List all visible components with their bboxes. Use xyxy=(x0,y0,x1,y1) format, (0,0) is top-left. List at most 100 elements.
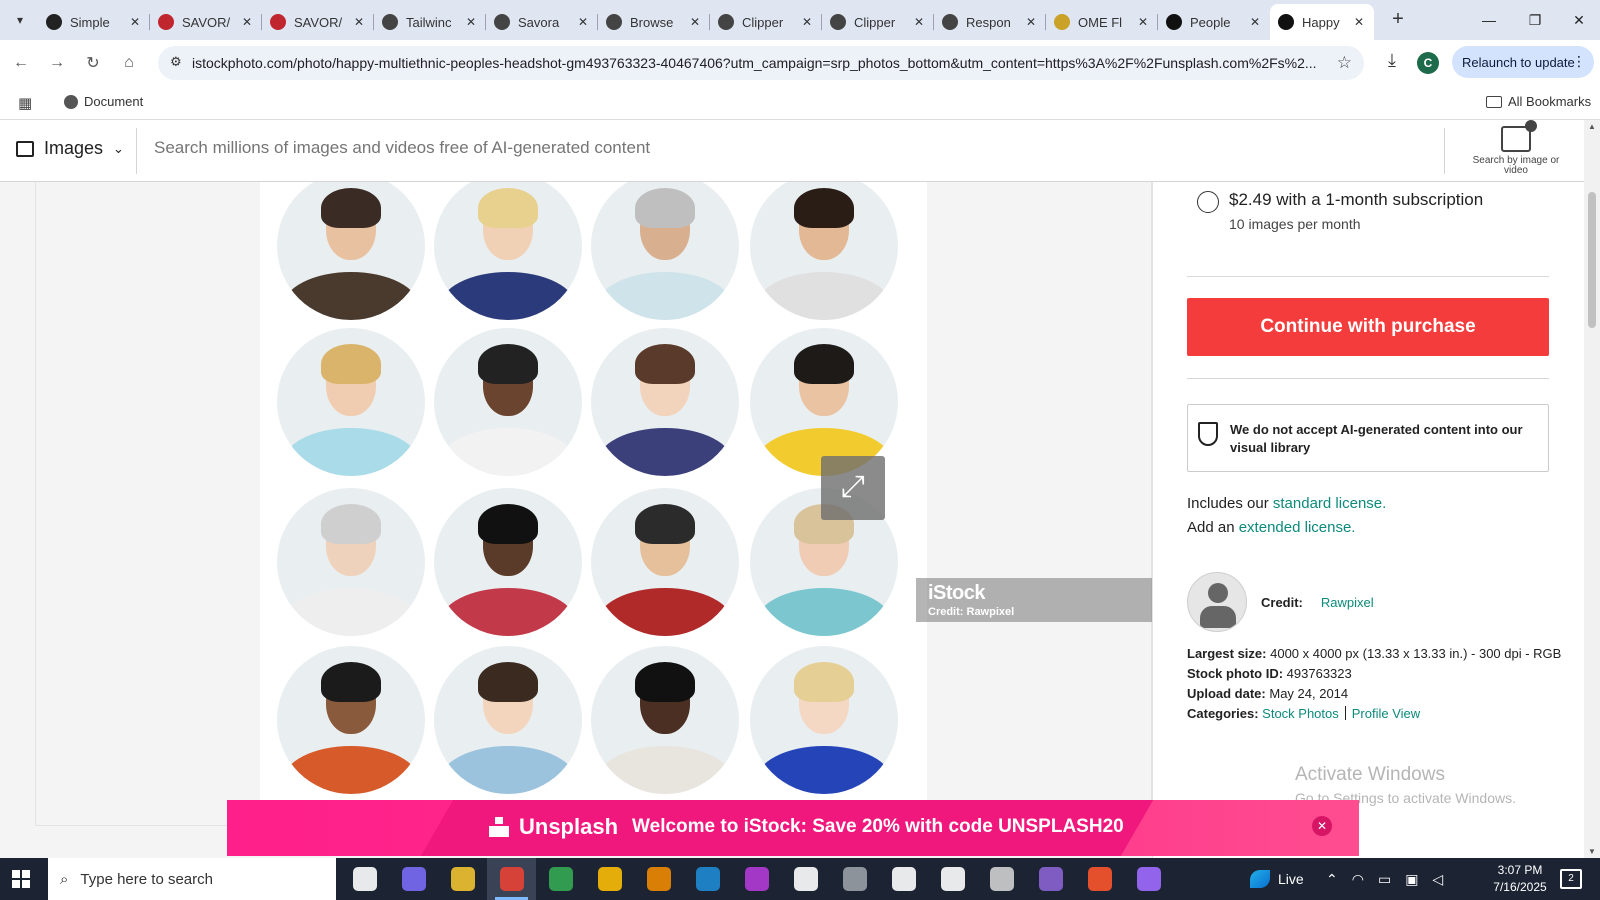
chrome-icon[interactable] xyxy=(487,858,536,900)
page-scrollbar[interactable]: ▲ ▼ xyxy=(1584,120,1600,858)
url-text[interactable]: istockphoto.com/photo/happy-multiethnic-… xyxy=(192,55,1332,71)
vlc-icon[interactable] xyxy=(634,858,683,900)
license-prefix: Add an xyxy=(1187,519,1239,536)
taskbar-clock[interactable]: 3:07 PM 7/16/2025 xyxy=(1470,862,1570,896)
promo-banner[interactable]: Unsplash Welcome to iStock: Save 20% wit… xyxy=(227,800,1359,856)
tab-title: Tailwinc xyxy=(406,14,452,30)
chrome-icon[interactable] xyxy=(585,858,634,900)
browser-tab[interactable]: Simple ✕ xyxy=(38,4,150,40)
github-icon[interactable] xyxy=(1026,858,1075,900)
credit-name-link[interactable]: Rawpixel xyxy=(1321,595,1374,610)
contributor-avatar[interactable] xyxy=(1187,572,1247,632)
site-info-icon[interactable]: ⚙ xyxy=(170,54,188,72)
browser-tab[interactable]: Tailwinc ✕ xyxy=(374,4,486,40)
restore-icon[interactable]: ❐ xyxy=(1512,0,1558,40)
notification-icon[interactable]: 2 xyxy=(1560,869,1582,889)
vscode-icon[interactable] xyxy=(683,858,732,900)
profile-avatar[interactable]: C xyxy=(1417,52,1439,74)
globe-favicon-icon xyxy=(830,14,846,30)
more-menu-icon[interactable]: ⋮ xyxy=(1572,53,1586,70)
banner-close-icon[interactable]: ✕ xyxy=(1312,816,1332,836)
tradingview-icon[interactable] xyxy=(781,858,830,900)
all-bookmarks-button[interactable]: All Bookmarks xyxy=(1486,94,1591,109)
tab-close-icon[interactable]: ✕ xyxy=(352,15,366,29)
browser-tab[interactable]: Respon ✕ xyxy=(934,4,1046,40)
standard-license-link[interactable]: standard license. xyxy=(1273,495,1386,512)
volume-icon[interactable]: ◁ xyxy=(1432,871,1443,888)
app-icon[interactable] xyxy=(830,858,879,900)
tab-close-icon[interactable]: ✕ xyxy=(688,15,702,29)
reload-icon[interactable]: ↻ xyxy=(80,50,106,76)
bookmark-star-icon[interactable]: ☆ xyxy=(1337,53,1352,73)
media-player-icon[interactable] xyxy=(1124,858,1173,900)
grid-app-icon[interactable] xyxy=(928,858,977,900)
home-icon[interactable]: ⌂ xyxy=(116,50,142,76)
new-tab-button[interactable]: + xyxy=(1386,8,1410,32)
media-type-dropdown[interactable]: Images ⌄ xyxy=(16,138,124,159)
tab-close-icon[interactable]: ✕ xyxy=(576,15,590,29)
scrollbar-thumb[interactable] xyxy=(1588,192,1596,328)
network-icon[interactable]: ◠ xyxy=(1352,871,1364,888)
browser-tab[interactable]: People ✕ xyxy=(1158,4,1270,40)
upload-date-label: Upload date: xyxy=(1187,686,1266,701)
close-window-icon[interactable]: ✕ xyxy=(1556,0,1600,40)
chrome-icon[interactable] xyxy=(536,858,585,900)
tab-close-icon[interactable]: ✕ xyxy=(912,15,926,29)
tab-close-icon[interactable]: ✕ xyxy=(800,15,814,29)
display-icon[interactable]: ▣ xyxy=(1405,871,1418,888)
file-explorer-icon[interactable] xyxy=(438,858,487,900)
battery-icon[interactable]: ▭ xyxy=(1378,871,1391,888)
ome-favicon-icon xyxy=(1054,14,1070,30)
jetbrains-icon[interactable] xyxy=(732,858,781,900)
tab-close-icon[interactable]: ✕ xyxy=(1136,15,1150,29)
extended-license-link[interactable]: extended license. xyxy=(1239,519,1356,536)
bookmark-document[interactable]: Document xyxy=(64,94,143,109)
tab-close-icon[interactable]: ✕ xyxy=(1352,15,1366,29)
tab-close-icon[interactable]: ✕ xyxy=(1248,15,1262,29)
browser-tab[interactable]: Savora ✕ xyxy=(486,4,598,40)
browser-tab[interactable]: SAVOR/ ✕ xyxy=(262,4,374,40)
minimize-icon[interactable]: — xyxy=(1466,0,1512,40)
brave-icon[interactable] xyxy=(1075,858,1124,900)
browser-tab[interactable]: Clipper ✕ xyxy=(822,4,934,40)
credit-label: Credit: xyxy=(1261,594,1303,610)
radio-button[interactable] xyxy=(1197,191,1219,213)
forward-icon[interactable]: → xyxy=(44,50,70,76)
copilot-icon[interactable] xyxy=(389,858,438,900)
live-label: Live xyxy=(1278,871,1304,887)
taskbar-search[interactable]: ⌕ Type here to search xyxy=(48,858,336,900)
tab-close-icon[interactable]: ✕ xyxy=(128,15,142,29)
browser-tab-strip: ▾ Simple ✕ SAVOR/✕ SAVOR/✕ Tailwinc ✕ Savora ✕ B… xyxy=(0,0,1600,40)
browser-tab[interactable]: OME Fl ✕ xyxy=(1046,4,1158,40)
download-icon[interactable]: ⤓ xyxy=(1380,50,1404,74)
browser-tab[interactable]: SAVOR/ ✕ xyxy=(150,4,262,40)
scroll-down-icon[interactable]: ▼ xyxy=(1588,847,1596,856)
subscription-option[interactable]: $2.49 with a 1-month subscription 10 ima… xyxy=(1197,190,1483,232)
tab-close-icon[interactable]: ✕ xyxy=(464,15,478,29)
expand-icon[interactable]: ⤢ xyxy=(821,456,885,520)
chevron-up-icon[interactable]: ⌃ xyxy=(1326,871,1338,888)
search-input[interactable] xyxy=(154,138,1414,158)
continue-purchase-button[interactable]: Continue with purchase xyxy=(1187,298,1549,356)
browser-tab[interactable]: Clipper ✕ xyxy=(710,4,822,40)
weather-widget[interactable]: Live xyxy=(1250,870,1304,888)
category-link[interactable]: Stock Photos xyxy=(1262,706,1339,721)
windows-start-icon[interactable] xyxy=(12,870,30,888)
skype-icon[interactable] xyxy=(879,858,928,900)
category-link[interactable]: Profile View xyxy=(1352,706,1420,721)
address-bar[interactable]: ⚙ istockphoto.com/photo/happy-multiethni… xyxy=(158,46,1364,80)
unsplash-favicon-icon xyxy=(1166,14,1182,30)
browser-tab[interactable]: Browse ✕ xyxy=(598,4,710,40)
task-view-icon[interactable] xyxy=(340,858,389,900)
apps-grid-icon[interactable]: ▦ xyxy=(18,94,32,112)
scroll-up-icon[interactable]: ▲ xyxy=(1588,122,1596,131)
visual-search-button[interactable]: Search by image or video xyxy=(1460,120,1572,176)
tab-search-icon[interactable]: ▾ xyxy=(8,8,32,32)
stock-photo[interactable]: ⤢ iStock Credit: Rawpixel xyxy=(260,182,1188,842)
browser-tab[interactable]: Happy ✕ xyxy=(1270,4,1374,40)
tab-close-icon[interactable]: ✕ xyxy=(240,15,254,29)
relaunch-button[interactable]: Relaunch to update ⋮ xyxy=(1452,46,1594,78)
tab-close-icon[interactable]: ✕ xyxy=(1024,15,1038,29)
app-icon[interactable] xyxy=(977,858,1026,900)
back-icon[interactable]: ← xyxy=(8,50,34,76)
